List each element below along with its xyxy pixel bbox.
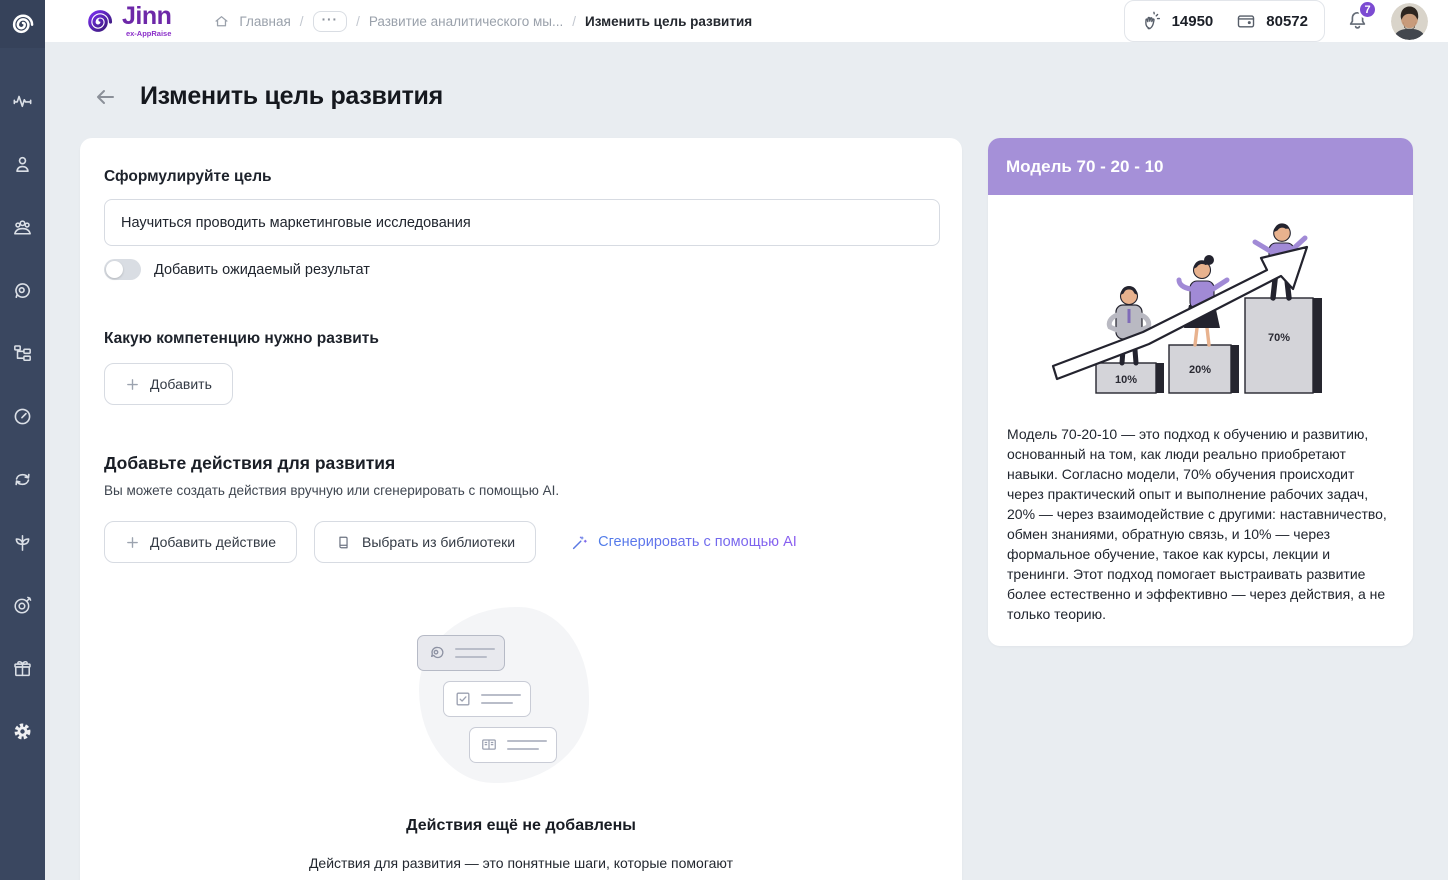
- breadcrumb-home[interactable]: Главная: [239, 14, 290, 29]
- panel-title: Модель 70 - 20 - 10: [1006, 157, 1163, 177]
- gauge-icon[interactable]: [11, 405, 34, 428]
- add-competency-label: Добавить: [150, 376, 212, 392]
- podium-label-20: 20%: [1188, 364, 1210, 376]
- home-icon[interactable]: [213, 13, 230, 30]
- toggle-label: Добавить ожидаемый результат: [154, 262, 370, 278]
- breadcrumb-collapsed[interactable]: ···: [313, 11, 348, 32]
- model-702010-panel: Модель 70 - 20 - 10: [988, 138, 1413, 646]
- sidebar-nav: [11, 48, 34, 743]
- goal-form-card: Сформулируйте цель Добавить ожидаемый ре…: [80, 138, 962, 880]
- sidebar-logo[interactable]: [0, 0, 45, 48]
- breadcrumb: Главная / ··· / Развитие аналитического …: [213, 11, 752, 32]
- notifications-button[interactable]: 7: [1345, 8, 1371, 34]
- page-title: Изменить цель развития: [140, 82, 443, 111]
- app-logo[interactable]: Jinn ex-AppRaise: [85, 4, 171, 38]
- add-action-button[interactable]: Добавить действие: [104, 521, 297, 563]
- sync-icon[interactable]: [11, 468, 34, 491]
- spiral-logo-icon: [10, 10, 36, 39]
- clap-icon: [1141, 10, 1163, 32]
- mini-card-checkbox: [443, 681, 531, 717]
- magic-wand-icon: [570, 533, 589, 552]
- actions-section-title: Добавьте действия для развития: [104, 453, 938, 474]
- panel-description: Модель 70-20-10 — это подход к обучению …: [988, 412, 1413, 624]
- notifications-badge: 7: [1358, 0, 1377, 19]
- user-avatar[interactable]: [1391, 3, 1428, 40]
- breadcrumb-parent[interactable]: Развитие аналитического мы...: [369, 14, 563, 29]
- page-header: Изменить цель развития: [80, 82, 1413, 111]
- model-illustration: 10% 20% 70%: [988, 195, 1413, 412]
- pulse-activity-icon[interactable]: [11, 90, 34, 113]
- coins-counter: 80572: [1235, 10, 1308, 32]
- user-icon[interactable]: [11, 153, 34, 176]
- panel-header: Модель 70 - 20 - 10: [988, 138, 1413, 195]
- actions-empty-state: Действия ещё не добавлены Действия для р…: [104, 605, 938, 880]
- ai-link-label: Сгенерировать с помощью AI: [598, 534, 797, 550]
- main-column: Jinn ex-AppRaise Главная / ··· / Развити…: [45, 0, 1448, 880]
- target-icon[interactable]: [11, 594, 34, 617]
- logo-subtitle: ex-AppRaise: [126, 30, 171, 38]
- empty-state-title: Действия ещё не добавлены: [406, 817, 636, 835]
- wallet-icon: [1235, 10, 1257, 32]
- empty-state-illustration: [391, 605, 651, 785]
- coins-value: 80572: [1266, 13, 1308, 30]
- topbar-right: 14950 80572: [1124, 0, 1428, 42]
- logo-name: Jinn: [122, 4, 171, 29]
- add-action-label: Добавить действие: [150, 534, 276, 550]
- claps-counter: 14950: [1141, 10, 1214, 32]
- app-root: Jinn ex-AppRaise Главная / ··· / Развити…: [0, 0, 1448, 880]
- org-structure-icon[interactable]: [11, 342, 34, 365]
- book-icon: [335, 534, 352, 551]
- goal-input[interactable]: [104, 199, 940, 246]
- library-button-label: Выбрать из библиотеки: [362, 534, 515, 550]
- add-competency-button[interactable]: Добавить: [104, 363, 233, 405]
- gift-icon[interactable]: [11, 657, 34, 680]
- sprout-icon[interactable]: [11, 531, 34, 554]
- spiral-logo-icon: [85, 5, 115, 38]
- mini-card-book: [469, 727, 557, 763]
- back-arrow-icon[interactable]: [93, 85, 117, 109]
- mini-card-chat: [417, 635, 505, 671]
- plus-icon: [125, 535, 140, 550]
- empty-state-text: Действия для развития — это понятные шаг…: [286, 853, 756, 880]
- podium-label-70: 70%: [1267, 332, 1289, 344]
- topbar: Jinn ex-AppRaise Главная / ··· / Развити…: [45, 0, 1448, 42]
- sidebar: [0, 0, 45, 880]
- choose-from-library-button[interactable]: Выбрать из библиотеки: [314, 521, 536, 563]
- generate-with-ai-link[interactable]: Сгенерировать с помощью AI: [570, 533, 797, 552]
- competency-label: Какую компетенцию нужно развить: [104, 330, 938, 348]
- plus-icon: [125, 377, 140, 392]
- settings-gear-icon[interactable]: [11, 720, 34, 743]
- team-icon[interactable]: [11, 216, 34, 239]
- actions-section-subtitle: Вы можете создать действия вручную или с…: [104, 483, 938, 498]
- goal-label: Сформулируйте цель: [104, 168, 938, 186]
- claps-value: 14950: [1172, 13, 1214, 30]
- balance-widget[interactable]: 14950 80572: [1124, 0, 1325, 42]
- podium-label-10: 10%: [1114, 374, 1136, 386]
- chat-icon[interactable]: [11, 279, 34, 302]
- expected-result-toggle[interactable]: [104, 259, 141, 280]
- page-content: Изменить цель развития Сформулируйте цел…: [45, 42, 1448, 880]
- breadcrumb-current: Изменить цель развития: [585, 14, 752, 29]
